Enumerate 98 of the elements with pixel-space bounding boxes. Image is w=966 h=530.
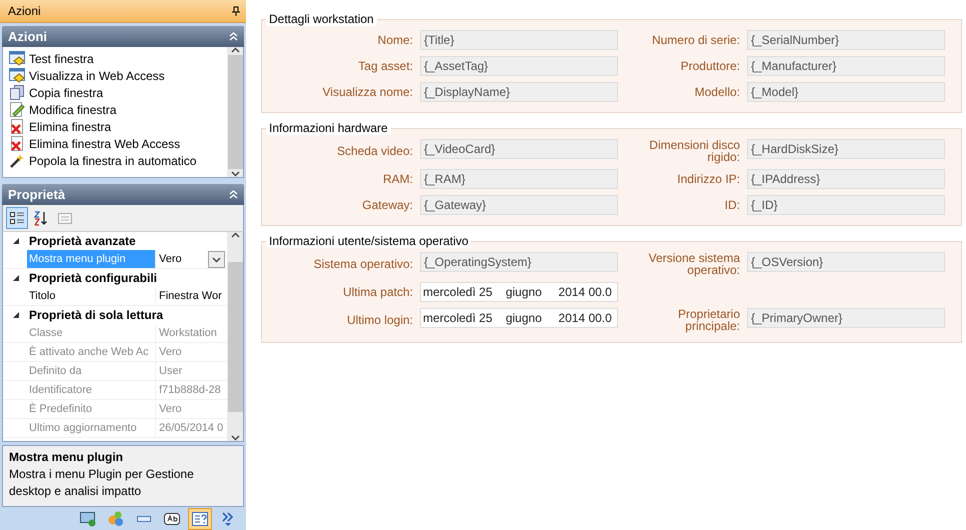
dropdown-button[interactable] — [208, 251, 225, 268]
property-value: Vero — [158, 402, 182, 417]
property-value: User — [158, 364, 182, 379]
window-icon — [9, 68, 25, 83]
category-label: Proprietà di sola lettura — [29, 308, 164, 322]
text-field[interactable]: {_HardDiskSize} — [747, 139, 945, 159]
property-name: È Predefinito — [27, 400, 156, 418]
field-label: Nome: — [376, 34, 413, 46]
expanded-icon[interactable] — [12, 311, 20, 319]
property-name: Classe — [27, 324, 156, 342]
panel-header[interactable]: Azioni — [2, 26, 244, 47]
text-field[interactable]: {_VideoCard} — [420, 139, 618, 159]
text-field[interactable]: {_Manufacturer} — [747, 56, 945, 76]
text-field[interactable]: {_ID} — [747, 195, 945, 215]
property-name: Titolo — [27, 287, 156, 305]
category-label: Proprietà avanzate — [29, 234, 136, 248]
pages-icon — [57, 210, 73, 226]
group-title: Dettagli workstation — [266, 12, 377, 26]
group-title: Informazioni utente/sistema operativo — [266, 234, 472, 248]
scroll-down-icon[interactable] — [230, 171, 240, 177]
collapse-icon[interactable] — [229, 190, 238, 199]
field-label: ID: — [724, 199, 740, 211]
field-label: Gateway: — [361, 199, 413, 211]
field-label: Dimensioni disco rigido: — [648, 139, 740, 163]
scroll-up-icon[interactable] — [230, 232, 240, 238]
property-value: Finestra Wor — [158, 289, 222, 304]
wand-icon — [9, 153, 25, 168]
category-label: Proprietà configurabili — [29, 271, 158, 285]
shapes-icon — [107, 510, 125, 526]
pane-title: Azioni — [8, 4, 41, 18]
text-field[interactable]: {_SerialNumber} — [747, 30, 945, 50]
field-label: RAM: — [382, 173, 413, 185]
scrollbar[interactable] — [227, 232, 243, 441]
field-label: Modello: — [694, 86, 740, 98]
property-value: Workstation — [158, 326, 217, 341]
expanded-icon[interactable] — [12, 274, 20, 282]
property-row[interactable]: Mostra menu plugin Vero — [3, 250, 227, 269]
property-name: È attivato anche Web Ac — [27, 343, 156, 361]
field-label: Proprietario principale: — [676, 308, 740, 332]
field-label: Ultimo login: — [346, 314, 413, 326]
text-field[interactable]: {_OSVersion} — [747, 252, 945, 272]
help-icon — [191, 510, 209, 526]
action-item[interactable]: Modifica finestra — [3, 101, 227, 118]
property-name: Identificatore — [27, 381, 156, 399]
text-field[interactable]: {_RAM} — [420, 169, 618, 189]
text-field[interactable]: {Title} — [420, 30, 618, 50]
delete-icon — [9, 136, 25, 151]
property-value: Vero — [158, 345, 182, 360]
field-label: Indirizzo IP: — [676, 173, 740, 185]
action-item[interactable]: Visualizza in Web Access — [3, 67, 227, 84]
text-field[interactable]: {_OperatingSystem} — [420, 252, 618, 272]
field-label: Ultima patch: — [342, 286, 413, 298]
categorized-icon — [9, 210, 25, 226]
property-value: 26/05/2014 0 — [158, 421, 224, 436]
expanded-icon[interactable] — [12, 237, 20, 245]
toolbar-button[interactable] — [6, 207, 28, 229]
field-label: Produttore: — [680, 60, 740, 72]
property-value: f71b888d-28 — [158, 383, 221, 398]
scroll-up-icon[interactable] — [230, 47, 240, 53]
action-item[interactable]: Elimina finestra — [3, 118, 227, 135]
field-label: Tag asset: — [357, 60, 413, 72]
property-value: Vero — [158, 252, 182, 267]
field-label: Scheda video: — [336, 145, 413, 157]
text-field[interactable]: {_Gateway} — [420, 195, 618, 215]
panel-header[interactable]: Proprietà — [2, 184, 244, 205]
field-label: Numero di serie: — [650, 34, 740, 46]
property-name: Ultimo aggiornamento — [27, 419, 156, 437]
monitor-icon — [79, 510, 97, 526]
more-icon — [221, 510, 235, 526]
sort-icon — [33, 210, 49, 226]
description-text: Mostra i menu Plugin per Gestione desktop e analisi impatto — [9, 466, 195, 500]
text-field[interactable]: {_IPAddress} — [747, 169, 945, 189]
description-title: Mostra menu plugin — [9, 450, 124, 464]
action-item[interactable]: Test finestra — [3, 50, 227, 67]
group-title: Informazioni hardware — [266, 121, 391, 135]
pin-icon[interactable] — [232, 6, 240, 16]
textbox-icon — [163, 510, 181, 526]
text-field[interactable]: {_PrimaryOwner} — [747, 308, 945, 328]
action-item[interactable]: Copia finestra — [3, 84, 227, 101]
field-label: Visualizza nome: — [322, 86, 413, 98]
scroll-down-icon[interactable] — [230, 435, 240, 441]
pencil-icon — [9, 102, 25, 117]
action-item[interactable]: Popola la finestra in automatico — [3, 152, 227, 169]
action-item[interactable]: Elimina finestra Web Access — [3, 135, 227, 152]
copy-icon — [9, 85, 25, 100]
text-field[interactable]: {_AssetTag} — [420, 56, 618, 76]
delete-icon — [9, 119, 25, 134]
date-picker[interactable]: mercoledì 25 giugno 2014 00.0 — [420, 282, 618, 302]
date-picker[interactable]: mercoledì 25 giugno 2014 00.0 — [420, 308, 618, 328]
text-field[interactable]: {_DisplayName} — [420, 82, 618, 102]
field-label: Versione sistema operativo: — [648, 252, 740, 276]
property-name: Mostra menu plugin — [27, 250, 156, 268]
window-icon — [9, 51, 25, 66]
collapse-icon[interactable] — [229, 32, 238, 41]
property-name: Definito da — [27, 362, 156, 380]
text-field[interactable]: {_Model} — [747, 82, 945, 102]
scrollbar[interactable] — [227, 47, 243, 177]
field-label: Sistema operativo: — [312, 258, 413, 270]
